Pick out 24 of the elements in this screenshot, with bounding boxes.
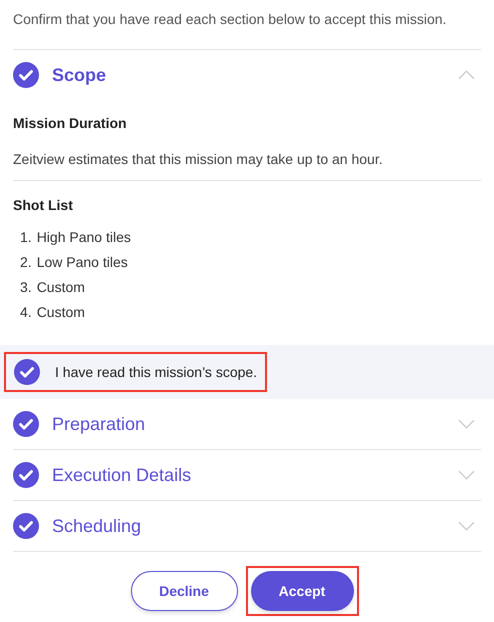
acknowledgement-checkbox[interactable]: I have read this mission’s scope. [4,352,268,392]
list-item: Custom [36,279,85,297]
list-number: 2. [20,254,32,272]
chevron-icon[interactable] [458,419,475,429]
list-item: High Pano tiles [36,229,131,247]
accept-button[interactable]: Accept [250,571,354,611]
subheading: Shot List [13,196,74,213]
list-number: 4. [20,304,32,322]
section-title[interactable]: Preparation [52,414,458,434]
chevron-icon[interactable] [458,70,475,80]
duration-text: Zeitview estimates that this mission may take up to an hour. [13,131,481,181]
list-item: Low Pano tiles [36,254,128,272]
chevron-icon[interactable] [458,521,475,531]
subheading: Mission Duration [13,114,128,131]
intro-text: Confirm that you have read each section below to accept this mission. [13,0,481,50]
chevron-icon[interactable] [458,470,475,480]
section-title[interactable]: Scope [52,64,458,86]
list-number: 3. [20,279,32,297]
section-title[interactable]: Execution Details [52,464,458,486]
list-item: Custom [36,304,85,322]
checkbox-icon[interactable] [14,359,40,385]
section-title[interactable]: Scheduling [52,516,458,536]
list-number: 1. [20,229,32,247]
decline-button[interactable]: Decline [130,571,238,611]
